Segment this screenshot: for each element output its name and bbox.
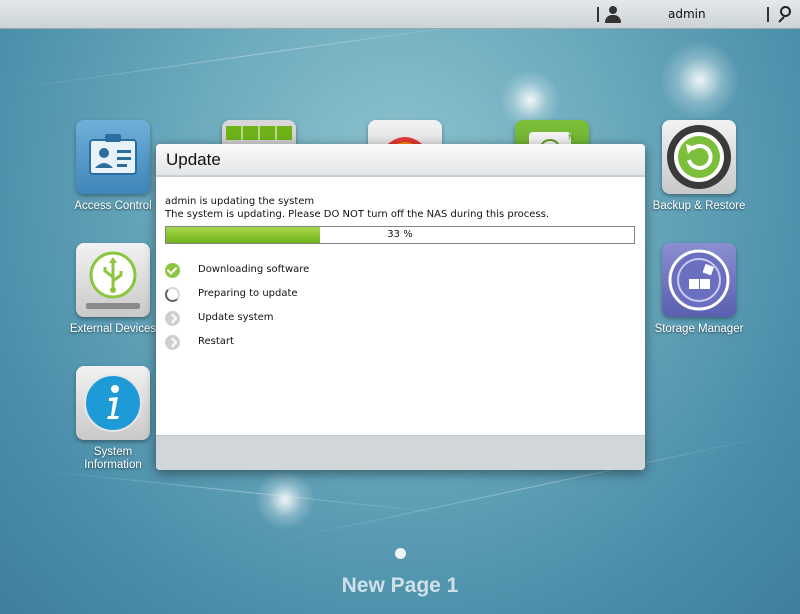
app-label: System — [93, 446, 133, 458]
id-card-icon — [76, 120, 150, 194]
chevron-right-icon — [165, 335, 180, 350]
step-restart: Restart — [165, 335, 465, 353]
app-label: Backup & Restore — [652, 200, 746, 212]
check-icon — [165, 263, 180, 278]
app-external-devices[interactable]: External Devices — [58, 243, 168, 336]
app-label: Storage Manager — [654, 323, 744, 335]
info-icon — [76, 366, 150, 440]
top-bar: admin — [0, 0, 800, 29]
step-preparing-to-update: Preparing to update — [165, 287, 465, 305]
toolbar-divider — [597, 7, 599, 22]
app-label: Access Control — [74, 200, 152, 212]
app-storage-manager[interactable]: Storage Manager — [644, 243, 754, 336]
app-label: External Devices — [69, 323, 157, 335]
svg-text:N: N — [568, 133, 574, 142]
app-access-control[interactable]: Access Control — [58, 120, 168, 213]
dialog-title[interactable]: Update — [156, 144, 645, 177]
background-glow — [660, 40, 740, 120]
progress-label: 33 % — [387, 229, 413, 240]
chevron-right-icon — [165, 311, 180, 326]
backup-restore-icon — [662, 120, 736, 194]
app-backup-restore[interactable]: Backup & Restore — [644, 120, 754, 213]
update-progress-bar: 33 % — [165, 226, 635, 244]
step-label: Preparing to update — [198, 288, 298, 299]
step-update-system: Update system — [165, 311, 465, 329]
spinner-icon — [165, 287, 180, 302]
desktop-page-name: New Page 1 — [341, 574, 459, 597]
step-label: Update system — [198, 312, 274, 323]
step-label: Downloading software — [198, 264, 310, 275]
update-warning: The system is updating. Please DO NOT tu… — [165, 209, 550, 220]
page-indicator-dot[interactable] — [395, 548, 406, 559]
search-icon[interactable] — [775, 5, 793, 23]
step-label: Restart — [198, 336, 234, 347]
usb-drive-icon — [76, 243, 150, 317]
user-icon[interactable] — [604, 6, 622, 23]
toolbar-divider — [767, 7, 769, 22]
background-glow — [255, 470, 315, 530]
username-label[interactable]: admin — [668, 7, 706, 21]
step-downloading-software: Downloading software — [165, 263, 465, 281]
storage-manager-icon — [662, 243, 736, 317]
app-label: Information — [84, 459, 142, 471]
dialog-body: admin is updating the system The system … — [156, 179, 645, 435]
app-system-information[interactable]: System Information — [58, 366, 168, 472]
dialog-footer — [156, 435, 645, 470]
update-dialog: Update admin is updating the system The … — [156, 144, 645, 470]
update-message: admin is updating the system — [165, 196, 315, 207]
background-streak — [39, 470, 458, 515]
